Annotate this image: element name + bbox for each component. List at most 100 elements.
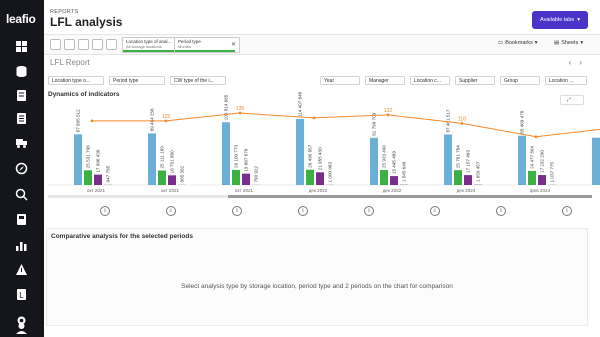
selection-chip-period-type[interactable]: Period type Months ✕ (174, 37, 240, 53)
chart-bar[interactable] (390, 176, 398, 185)
info-icon[interactable]: i (298, 206, 308, 216)
line-point[interactable] (460, 121, 464, 125)
bar-data-label: 17 232 290 (540, 150, 545, 173)
chart-bar[interactable] (538, 175, 546, 185)
x-tick-label: фев 2024 (530, 188, 551, 193)
chart-bar[interactable] (242, 173, 250, 185)
info-icon[interactable]: i (166, 206, 176, 216)
bar-data-label: 985 382 (180, 165, 185, 182)
info-icon[interactable]: i (430, 206, 440, 216)
delivery-icon[interactable] (15, 136, 28, 149)
close-icon[interactable]: ✕ (231, 41, 236, 48)
bar-data-label: 26 100 773 (234, 145, 239, 168)
chart-bar[interactable] (104, 184, 112, 185)
app-window: leafio L REPORTS LFL analysis Available … (0, 0, 600, 337)
database-icon[interactable] (15, 65, 28, 78)
dynamics-chart[interactable]: 87 805 512 25 531 798 17 996 436 947 795 окт… (44, 55, 600, 205)
book-icon[interactable]: L (15, 288, 28, 301)
bar-data-label: 24 477 564 (530, 145, 535, 168)
chart-bar[interactable] (168, 175, 176, 185)
selections-tool-icon[interactable] (64, 39, 75, 50)
line-data-label: 132 (384, 108, 393, 114)
line-point[interactable] (164, 119, 168, 123)
chart-bar[interactable] (400, 184, 408, 185)
chart-bar[interactable] (454, 170, 462, 185)
bar-data-label: 85 469 478 (520, 110, 525, 133)
chart-bar[interactable] (316, 172, 324, 185)
info-icon[interactable]: i (496, 206, 506, 216)
chart-bar[interactable] (548, 184, 556, 185)
bar-chart-icon[interactable] (15, 239, 28, 252)
bar-data-label: 1 545 649 (402, 161, 407, 182)
bar-data-label: 17 157 463 (466, 150, 471, 173)
bar-data-label: 19 687 879 (244, 148, 249, 171)
sheets-button[interactable]: ▤ Sheets ▾ (554, 40, 583, 46)
bar-data-label: 21 955 430 (318, 147, 323, 170)
line-point[interactable] (386, 113, 390, 117)
report-icon[interactable] (15, 213, 28, 226)
info-icon[interactable]: i (562, 206, 572, 216)
document-icon[interactable] (15, 89, 28, 102)
bar-data-label: 25 111 189 (160, 146, 165, 169)
info-icon[interactable]: i (232, 206, 242, 216)
chart-bar[interactable] (84, 170, 92, 185)
smart-search-icon[interactable] (50, 39, 61, 50)
chart-bar[interactable] (74, 134, 82, 185)
compass-icon[interactable] (15, 162, 28, 175)
line-point[interactable] (312, 116, 316, 120)
bookmarks-button[interactable]: ▭ Bookmarks ▾ (498, 40, 537, 46)
chart-bar[interactable] (158, 170, 166, 185)
chart-bar[interactable] (528, 170, 536, 185)
available-tabs-button[interactable]: Available tabs ▾ (532, 11, 588, 29)
x-tick-label: дек 2024 (457, 188, 476, 193)
chart-bar[interactable] (464, 175, 472, 185)
dashboard-icon[interactable] (15, 40, 28, 53)
available-tabs-label: Available tabs (540, 17, 575, 23)
step-forward-icon[interactable] (92, 39, 103, 50)
bar-data-label: 947 795 (106, 165, 111, 182)
chart-bar[interactable] (94, 174, 102, 185)
chart-bar[interactable] (518, 135, 526, 185)
sheet: LFL Report ‹ › Location type o... Period… (44, 55, 600, 337)
chart-bar[interactable] (306, 169, 314, 185)
bar-data-label: 108 814 665 (224, 94, 229, 120)
bar-data-label: 114 407 848 (298, 91, 303, 117)
chart-bar[interactable] (370, 137, 378, 185)
chart-bar[interactable] (148, 133, 156, 185)
user-icon[interactable] (15, 322, 28, 335)
logo: leafio (6, 12, 36, 26)
chart-bar[interactable] (178, 184, 186, 185)
x-tick-label: окт 2021 (161, 188, 180, 193)
bar-data-label: 87 481 517 (446, 109, 451, 132)
step-back-icon[interactable] (78, 39, 89, 50)
info-icon[interactable]: i (364, 206, 374, 216)
list-icon[interactable] (15, 112, 28, 125)
bar-data-label: 87 805 512 (76, 109, 81, 132)
chart-bar[interactable] (592, 137, 600, 185)
bar-data-label: 1 037 775 (550, 162, 555, 183)
line-point[interactable] (238, 111, 242, 115)
bar-data-label: 1 659 457 (476, 161, 481, 182)
chart-bar[interactable] (222, 122, 230, 185)
chevron-down-icon: ▾ (580, 40, 584, 46)
chart-bar[interactable] (380, 170, 388, 185)
chart-bar[interactable] (474, 184, 482, 185)
comparison-title: Comparative analysis for the selected pe… (51, 233, 193, 240)
line-point[interactable] (534, 135, 538, 139)
alert-icon[interactable] (15, 263, 28, 276)
clear-selections-icon[interactable] (106, 39, 117, 50)
chart-bar[interactable] (232, 169, 240, 185)
line-point[interactable] (90, 119, 94, 123)
bar-data-label: 15 445 489 (392, 151, 397, 174)
chart-bar[interactable] (326, 184, 334, 185)
search-chart-icon[interactable] (15, 188, 28, 201)
line-data-label: 118 (458, 116, 466, 122)
chart-scrollbar-thumb[interactable] (228, 195, 592, 198)
x-tick-label: окт 2021 (235, 188, 254, 193)
chart-bar[interactable] (444, 134, 452, 185)
info-icon[interactable]: i (100, 206, 110, 216)
chart-bar[interactable] (296, 118, 304, 185)
bar-data-label: 25 531 798 (86, 145, 91, 168)
bar-data-label: 89 484 256 (150, 108, 155, 131)
bar-data-label: 25 761 784 (456, 145, 461, 168)
